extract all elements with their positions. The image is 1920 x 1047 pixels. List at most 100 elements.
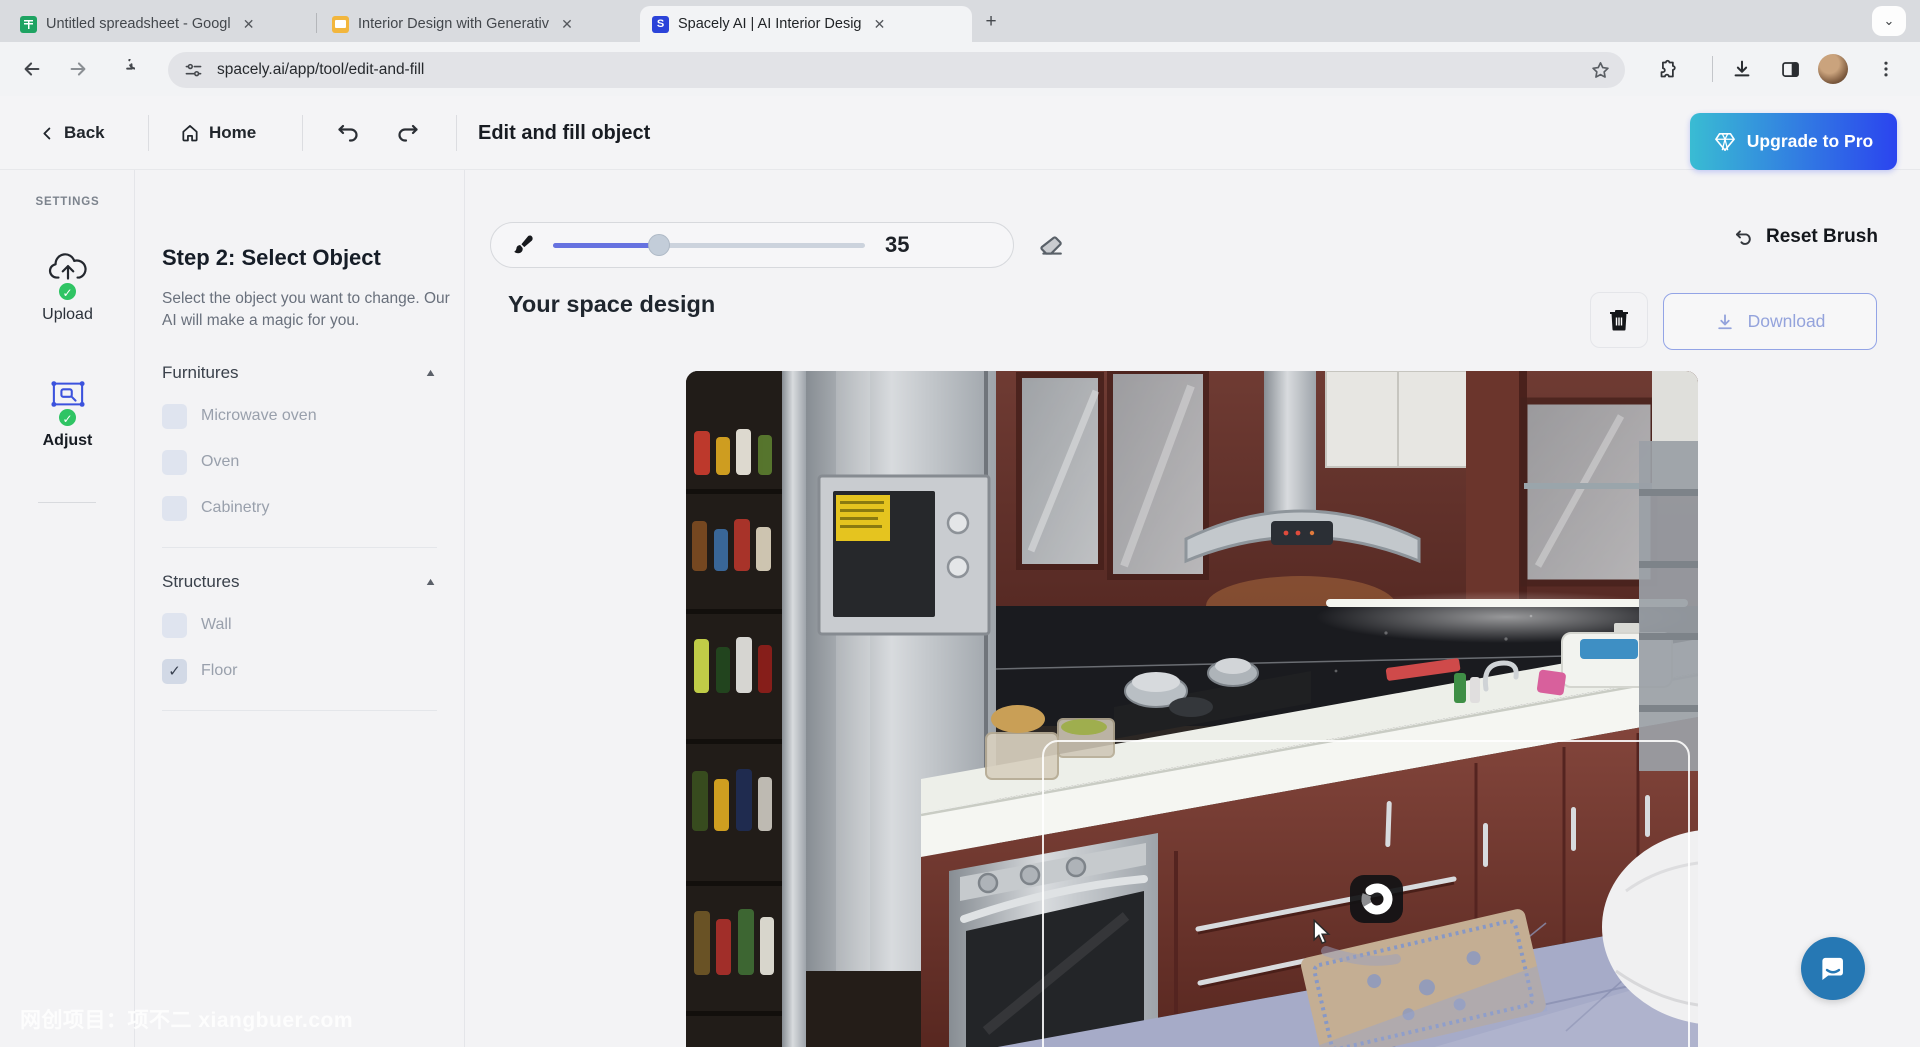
checkbox-label: Floor — [201, 662, 237, 680]
checkbox-floor[interactable] — [162, 659, 187, 684]
download-icon — [1715, 312, 1735, 332]
browser-menu-icon[interactable] — [1872, 55, 1900, 83]
site-settings-icon[interactable] — [184, 61, 203, 80]
section-structures[interactable]: Structures ▲ — [162, 572, 449, 592]
tab-interior-design-doc[interactable]: Interior Design with Generativ ✕ — [320, 6, 634, 42]
checkbox-row-microwave-oven[interactable]: Microwave oven — [162, 404, 449, 429]
browser-toolbar: spacely.ai/app/tool/edit-and-fill — [0, 42, 1920, 96]
back-icon[interactable] — [18, 55, 46, 83]
checkbox-row-oven[interactable]: Oven — [162, 450, 449, 475]
slider-fill — [553, 243, 659, 248]
checkbox-label: Microwave oven — [201, 407, 317, 425]
checkbox-row-wall[interactable]: Wall — [162, 613, 449, 638]
browser-tab-strip: Untitled spreadsheet - Googl ✕ Interior … — [0, 0, 1920, 42]
back-button[interactable]: Back — [40, 96, 105, 170]
gem-icon — [1714, 132, 1736, 152]
home-button[interactable]: Home — [180, 96, 256, 170]
tab-search-button[interactable]: ⌄ — [1872, 6, 1906, 36]
panel-title: Step 2: Select Object — [162, 245, 449, 271]
home-label: Home — [209, 123, 256, 143]
adjust-complete-check-icon: ✓ — [57, 407, 78, 428]
chevron-up-icon[interactable]: ▲ — [424, 367, 437, 379]
downloads-icon[interactable] — [1728, 55, 1756, 83]
extensions-icon[interactable] — [1654, 55, 1682, 83]
redo-icon — [396, 121, 420, 145]
tab-title: Untitled spreadsheet - Googl — [46, 16, 231, 32]
chevron-up-icon[interactable]: ▲ — [424, 576, 437, 588]
bookmark-star-icon[interactable] — [1590, 60, 1611, 81]
checkbox-wall[interactable] — [162, 613, 187, 638]
header-divider — [302, 115, 303, 151]
upload-complete-check-icon: ✓ — [57, 281, 78, 302]
section-furnitures-label: Furnitures — [162, 363, 239, 383]
eraser-button[interactable] — [1035, 230, 1067, 262]
step-adjust[interactable]: ✓ Adjust — [0, 378, 135, 450]
support-chat-button[interactable] — [1801, 937, 1865, 1000]
step-upload-label: Upload — [0, 306, 135, 324]
reset-icon — [1733, 227, 1754, 248]
step-upload[interactable]: ✓ Upload — [0, 252, 135, 324]
trash-icon — [1608, 308, 1630, 332]
cloud-upload-icon — [47, 252, 89, 284]
mouse-cursor — [1311, 919, 1333, 945]
profile-avatar[interactable] — [1818, 54, 1848, 84]
spinner-icon — [1359, 881, 1395, 917]
reset-brush-button[interactable]: Reset Brush — [1733, 226, 1878, 248]
tab-spacely-active[interactable]: S Spacely AI | AI Interior Desig ✕ — [640, 6, 972, 42]
app-header: Back Home Edit and fill object Upgrade t… — [0, 96, 1920, 170]
eraser-icon — [1038, 233, 1064, 259]
tab-close-icon[interactable]: ✕ — [240, 15, 258, 33]
spacely-favicon-icon: S — [652, 16, 669, 33]
brush-size-control: 35 — [490, 222, 1014, 268]
checkbox-cabinetry[interactable] — [162, 496, 187, 521]
sheets-favicon-icon — [20, 16, 37, 33]
checkbox-row-floor[interactable]: Floor — [162, 659, 449, 684]
rail-divider — [38, 502, 96, 503]
redo-button[interactable] — [396, 96, 420, 170]
download-label: Download — [1748, 311, 1826, 332]
toolbar-divider — [1712, 56, 1713, 82]
chevron-left-icon — [40, 126, 55, 141]
checkbox-microwave-oven[interactable] — [162, 404, 187, 429]
brush-size-value: 35 — [885, 232, 909, 258]
tab-close-icon[interactable]: ✕ — [871, 15, 889, 33]
slider-thumb[interactable] — [648, 234, 670, 256]
page-title: Edit and fill object — [478, 96, 650, 170]
select-object-panel: Step 2: Select Object Select the object … — [135, 170, 465, 1047]
checkbox-oven[interactable] — [162, 450, 187, 475]
panel-divider — [162, 547, 437, 548]
header-divider — [148, 115, 149, 151]
checkbox-label: Oven — [201, 453, 239, 471]
address-bar[interactable]: spacely.ai/app/tool/edit-and-fill — [168, 52, 1625, 88]
tab-title: Spacely AI | AI Interior Desig — [678, 16, 862, 32]
section-furnitures[interactable]: Furnitures ▲ — [162, 363, 449, 383]
panel-subtitle: Select the object you want to change. Ou… — [162, 288, 450, 333]
upgrade-to-pro-button[interactable]: Upgrade to Pro — [1690, 113, 1897, 170]
reload-icon[interactable] — [110, 55, 138, 83]
forward-icon[interactable] — [64, 55, 92, 83]
step-adjust-label: Adjust — [0, 432, 135, 450]
checkbox-label: Cabinetry — [201, 499, 269, 517]
url-text[interactable]: spacely.ai/app/tool/edit-and-fill — [217, 61, 1590, 79]
checkbox-row-cabinetry[interactable]: Cabinetry — [162, 496, 449, 521]
tab-close-icon[interactable]: ✕ — [558, 15, 576, 33]
microwave — [819, 476, 989, 634]
processing-spinner-badge — [1350, 875, 1403, 923]
download-button[interactable]: Download — [1663, 293, 1877, 350]
settings-rail: SETTINGS ✓ Upload ✓ Adjust — [0, 170, 135, 1047]
reset-brush-label: Reset Brush — [1766, 226, 1878, 248]
panel-divider — [162, 710, 437, 711]
design-canvas[interactable] — [686, 371, 1698, 1047]
tab-spreadsheet[interactable]: Untitled spreadsheet - Googl ✕ — [8, 6, 312, 42]
chat-bubble-icon — [1818, 954, 1848, 984]
undo-button[interactable] — [336, 96, 360, 170]
side-panel-icon[interactable] — [1776, 55, 1804, 83]
settings-label: SETTINGS — [0, 196, 135, 208]
delete-design-button[interactable] — [1590, 292, 1648, 348]
upgrade-label: Upgrade to Pro — [1747, 131, 1873, 152]
editor-main: 35 Reset Brush Your space design Downloa… — [465, 170, 1920, 1047]
tab-title: Interior Design with Generativ — [358, 16, 549, 32]
new-tab-button[interactable]: + — [978, 9, 1004, 35]
slides-favicon-icon — [332, 16, 349, 33]
brush-size-slider[interactable] — [553, 243, 865, 248]
